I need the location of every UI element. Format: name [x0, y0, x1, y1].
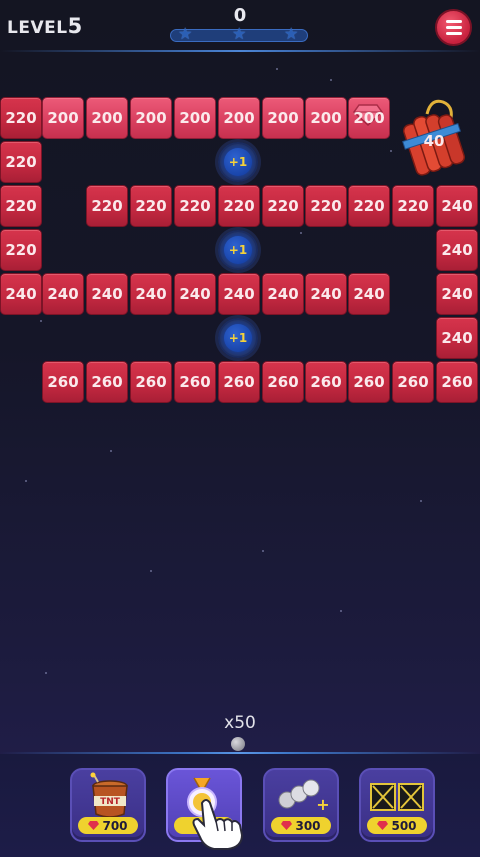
- brick: 220: [348, 185, 390, 227]
- brick: 200: [305, 97, 347, 139]
- background-star: [110, 450, 112, 452]
- brick: 200: [174, 97, 216, 139]
- tnt-barrel-icon: TNT: [90, 772, 128, 818]
- extra-balls-price-value: 300: [295, 818, 321, 833]
- background-star: [25, 480, 27, 482]
- laser-blocks-icon: [370, 783, 424, 811]
- progress-star-icon: ★: [232, 26, 247, 43]
- background-star: [150, 570, 152, 572]
- brick: 200: [262, 97, 304, 139]
- svg-text:TNT: TNT: [100, 797, 121, 807]
- brick: 240: [436, 185, 478, 227]
- brick: 240: [174, 273, 216, 315]
- brick: 260: [262, 361, 304, 403]
- brick: 240: [436, 273, 478, 315]
- extra-balls-icon: +: [278, 779, 330, 814]
- ball-count: x50: [224, 713, 256, 733]
- menu-line: [445, 20, 462, 23]
- brick: 240: [86, 273, 128, 315]
- brick: 260: [218, 361, 260, 403]
- brick-value: 200: [353, 109, 385, 127]
- background-star: [390, 150, 392, 152]
- tnt-price: 700: [78, 817, 138, 834]
- background-star: [276, 68, 278, 70]
- brick: 240: [262, 273, 304, 315]
- progress-star-icon: ★: [284, 26, 299, 43]
- background-star: [45, 672, 47, 674]
- brick: 260: [348, 361, 390, 403]
- ruby-gem-icon: [88, 821, 100, 830]
- brick: 220: [86, 185, 128, 227]
- background-star: [40, 320, 42, 322]
- brick: 240: [436, 229, 478, 271]
- tnt-value: 40: [423, 132, 445, 150]
- score-value: 0: [233, 5, 247, 26]
- brick: 200: [218, 97, 260, 139]
- brick: 200: [42, 97, 84, 139]
- tnt-powerup-button[interactable]: TNT 700: [70, 768, 146, 842]
- brick: 240: [305, 273, 347, 315]
- brick: 200: [130, 97, 172, 139]
- brick: 260: [436, 361, 478, 403]
- extra-ball-pickup: +1: [218, 230, 258, 270]
- background-star: [300, 232, 302, 234]
- level-progress-bar: ★ ★ ★: [170, 26, 308, 43]
- top-hud: LEVEL5 0 ★ ★ ★: [0, 0, 480, 52]
- extra-ball-pickup: +1: [218, 318, 258, 358]
- extra-ball-pickup: +1: [218, 142, 258, 182]
- background-star: [330, 79, 332, 81]
- gem-brick: 200: [348, 97, 390, 139]
- brick: 220: [130, 185, 172, 227]
- background-star: [420, 500, 422, 502]
- progress-star-icon: ★: [178, 26, 193, 43]
- brick: 260: [42, 361, 84, 403]
- pointing-hand-icon: [192, 799, 244, 850]
- brick: 220: [0, 97, 42, 139]
- laser-blocks-price: 500: [367, 817, 427, 834]
- launcher-ball[interactable]: [231, 737, 245, 751]
- brick: 260: [174, 361, 216, 403]
- brick: 240: [0, 273, 42, 315]
- brick: 220: [305, 185, 347, 227]
- brick: 200: [86, 97, 128, 139]
- tnt-price-value: 700: [102, 818, 128, 833]
- extra-ball-label: +1: [224, 236, 252, 264]
- brick: 260: [392, 361, 434, 403]
- menu-button[interactable]: [435, 9, 472, 46]
- brick: 220: [0, 185, 42, 227]
- brick: 220: [262, 185, 304, 227]
- extra-balls-price: 300: [271, 817, 331, 834]
- brick: 240: [130, 273, 172, 315]
- brick: 260: [130, 361, 172, 403]
- laser-blocks-powerup-button[interactable]: 500: [359, 768, 435, 842]
- extra-ball-label: +1: [224, 148, 252, 176]
- brick: 220: [174, 185, 216, 227]
- menu-line: [445, 32, 462, 35]
- extra-balls-powerup-button[interactable]: + 300: [263, 768, 339, 842]
- background-star: [340, 610, 342, 612]
- brick: 220: [392, 185, 434, 227]
- background-star: [262, 550, 264, 552]
- extra-ball-label: +1: [224, 324, 252, 352]
- brick: 240: [348, 273, 390, 315]
- brick: 220: [0, 229, 42, 271]
- brick: 220: [218, 185, 260, 227]
- brick: 240: [436, 317, 478, 359]
- brick: 240: [218, 273, 260, 315]
- brick: 260: [305, 361, 347, 403]
- menu-line: [445, 26, 462, 29]
- brick: 240: [42, 273, 84, 315]
- svg-text:+: +: [316, 795, 329, 814]
- laser-blocks-price-value: 500: [391, 818, 417, 833]
- brick: 220: [0, 141, 42, 183]
- brick: 260: [86, 361, 128, 403]
- ruby-gem-icon: [377, 821, 389, 830]
- ruby-gem-icon: [281, 821, 293, 830]
- tnt-brick: 40: [397, 96, 471, 178]
